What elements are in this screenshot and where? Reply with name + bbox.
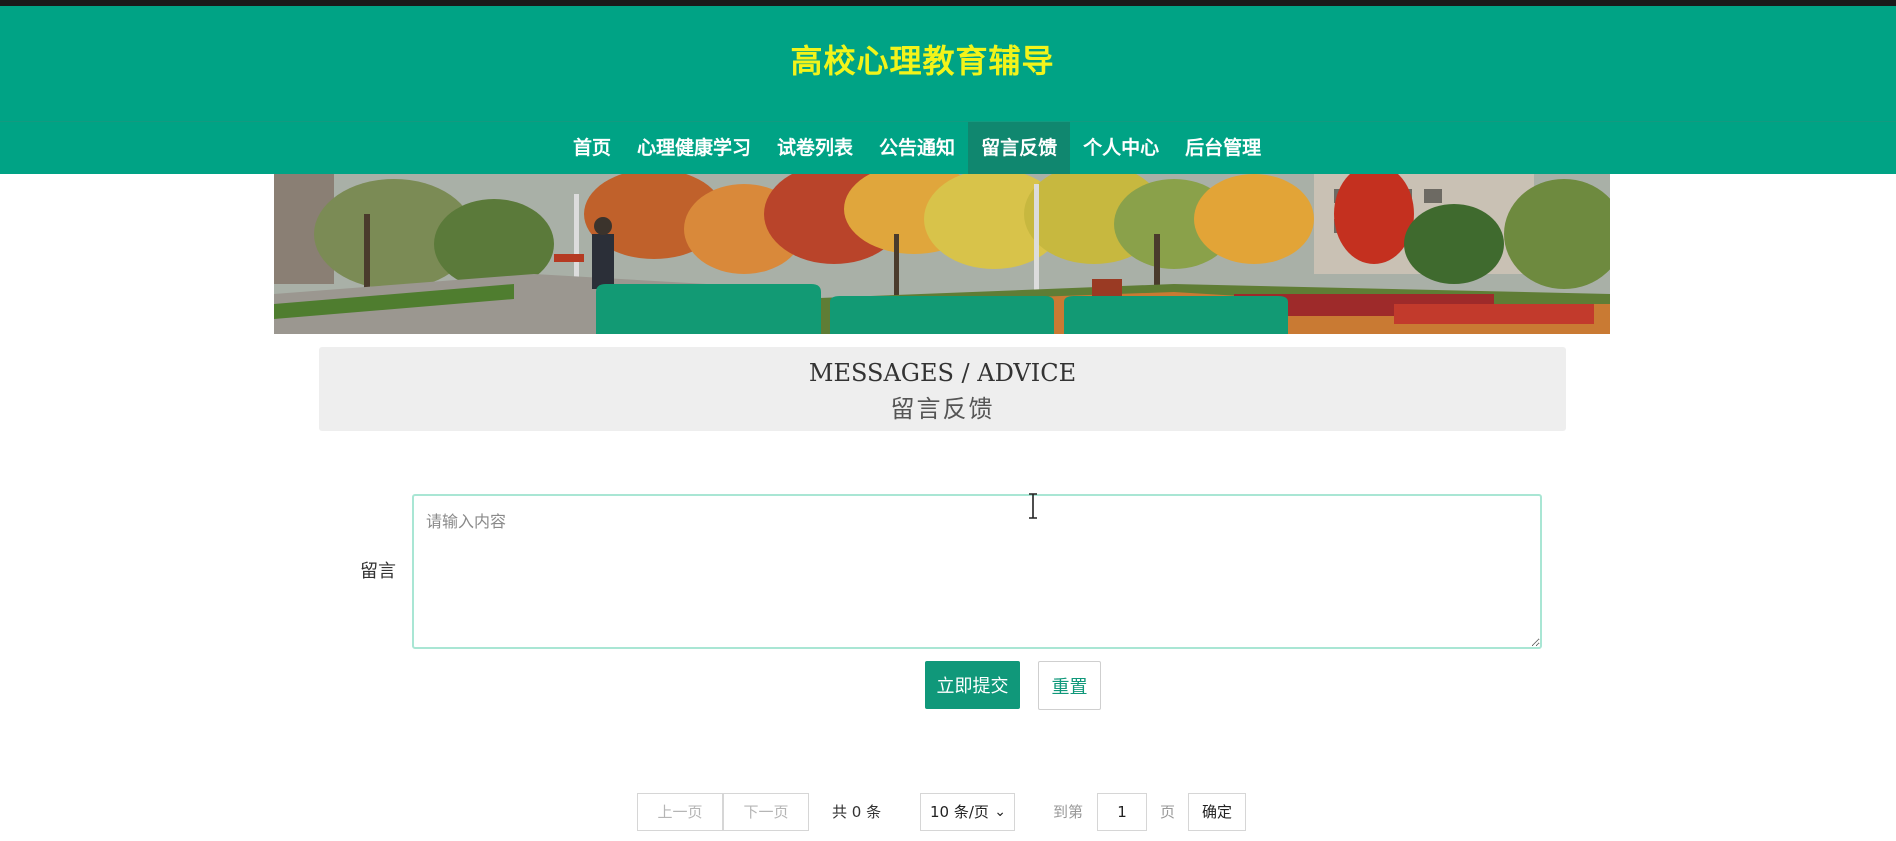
prev-page-button[interactable]: 上一页 xyxy=(637,793,723,831)
page-number-input[interactable]: 1 xyxy=(1097,793,1147,831)
reset-button[interactable]: 重置 xyxy=(1038,661,1101,710)
page-unit-label: 页 xyxy=(1160,803,1176,821)
next-page-button[interactable]: 下一页 xyxy=(723,793,809,831)
page-size-value: 10 条/页 xyxy=(930,803,989,821)
message-label: 留言 xyxy=(360,561,396,582)
section-header: MESSAGES / ADVICE 留言反馈 xyxy=(319,347,1566,431)
nav-item-1[interactable]: 心理健康学习 xyxy=(624,122,764,175)
text-cursor-icon xyxy=(1029,493,1037,519)
nav-item-5[interactable]: 个人中心 xyxy=(1070,122,1172,175)
section-title-cn: 留言反馈 xyxy=(890,395,995,423)
banner-image xyxy=(274,174,1610,334)
nav-item-2[interactable]: 试卷列表 xyxy=(764,122,866,175)
chevron-down-icon: ⌄ xyxy=(994,804,1006,820)
nav-item-4[interactable]: 留言反馈 xyxy=(968,122,1071,175)
nav-item-6[interactable]: 后台管理 xyxy=(1172,122,1274,175)
submit-button[interactable]: 立即提交 xyxy=(925,661,1020,709)
page-size-select[interactable]: 10 条/页 ⌄ xyxy=(920,793,1015,831)
site-header: 高校心理教育辅导 xyxy=(0,6,1896,121)
site-title: 高校心理教育辅导 xyxy=(790,42,1055,80)
goto-confirm-button[interactable]: 确定 xyxy=(1188,793,1246,831)
total-count: 共 0 条 xyxy=(832,803,882,821)
nav-item-0[interactable]: 首页 xyxy=(560,122,624,175)
nav-item-3[interactable]: 公告通知 xyxy=(866,122,968,175)
section-title-en: MESSAGES / ADVICE xyxy=(808,359,1077,387)
campus-autumn-scene xyxy=(274,174,1610,334)
goto-label: 到第 xyxy=(1053,803,1084,821)
nav-items: 首页 心理健康学习 试卷列表 公告通知 留言反馈 个人中心 后台管理 xyxy=(560,122,1274,175)
main-nav: 首页 心理健康学习 试卷列表 公告通知 留言反馈 个人中心 后台管理 xyxy=(0,121,1896,175)
message-textarea[interactable] xyxy=(412,494,1542,649)
